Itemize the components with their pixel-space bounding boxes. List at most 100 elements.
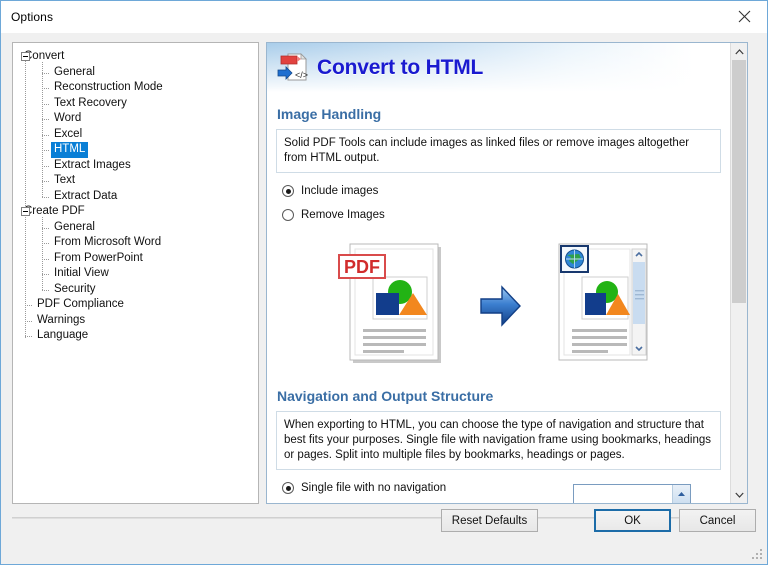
radio-include-images[interactable]: Include images bbox=[282, 185, 721, 197]
tree-connector-stub bbox=[42, 103, 49, 105]
tree-item-label: From Microsoft Word bbox=[54, 236, 162, 248]
svg-text:</>: </> bbox=[295, 70, 308, 80]
tree-expander-icon[interactable] bbox=[21, 52, 30, 62]
tree-item-word[interactable]: Word bbox=[13, 111, 258, 127]
tree-item-language[interactable]: Language bbox=[13, 328, 258, 344]
cancel-button[interactable]: Cancel bbox=[679, 509, 756, 532]
tree-item-create-pdf[interactable]: Create PDF bbox=[13, 204, 258, 220]
tree-connector-stub bbox=[42, 289, 49, 291]
tree-connector-stub bbox=[42, 227, 49, 229]
tree-connector-stub bbox=[42, 258, 49, 260]
settings-tree-panel[interactable]: Convert General Reconstruction Mode Text Re… bbox=[12, 42, 259, 504]
tree-connector-stub bbox=[42, 165, 49, 167]
svg-text:PDF: PDF bbox=[344, 257, 380, 277]
tree-connector-stub bbox=[42, 134, 49, 136]
tree-expander-icon[interactable] bbox=[21, 207, 30, 217]
section-title-image-handling: Image Handling bbox=[277, 106, 382, 122]
tree-connector-stub bbox=[42, 274, 49, 275]
options-content-panel: </> Convert to HTML Image Handling Solid… bbox=[266, 42, 748, 504]
radio-include-images-indicator[interactable] bbox=[282, 185, 294, 197]
right-arrow-icon bbox=[479, 285, 521, 327]
tree-connector-stub bbox=[42, 196, 49, 198]
tree-item-pdf-compliance[interactable]: PDF Compliance bbox=[13, 297, 258, 313]
panel-title: Convert to HTML bbox=[317, 55, 484, 79]
tree-item-label: HTML bbox=[51, 142, 89, 158]
tree-connector-stub bbox=[25, 305, 32, 306]
scrollbar-track[interactable] bbox=[731, 60, 747, 486]
tree-item-from-microsoft-word[interactable]: From Microsoft Word bbox=[13, 235, 258, 251]
chevron-down-icon bbox=[734, 492, 744, 498]
scroll-down-button[interactable] bbox=[731, 486, 747, 503]
section-navigation-output: Navigation and Output Structure When exp… bbox=[267, 388, 730, 503]
description-image-handling: Solid PDF Tools can include images as li… bbox=[276, 129, 721, 173]
resize-grip[interactable] bbox=[751, 548, 763, 560]
tree-connector-stub bbox=[42, 181, 49, 182]
tree-item-label: Word bbox=[54, 112, 82, 124]
tree-item-label: Security bbox=[54, 282, 96, 295]
tree-item-security[interactable]: Security bbox=[13, 282, 258, 298]
tree-item-general[interactable]: General bbox=[13, 65, 258, 81]
tree-item-label: Warnings bbox=[37, 313, 86, 326]
reset-defaults-button[interactable]: Reset Defaults bbox=[441, 509, 538, 532]
tree-item-label: Extract Data bbox=[54, 189, 118, 202]
tree-connector-stub bbox=[42, 243, 49, 244]
pdf-document-icon: PDF bbox=[337, 243, 441, 363]
radio-single-file-no-navigation-label: Single file with no navigation bbox=[301, 482, 447, 494]
settings-tree[interactable]: Convert General Reconstruction Mode Text Re… bbox=[13, 49, 258, 344]
tree-item-reconstruction-mode[interactable]: Reconstruction Mode bbox=[13, 80, 258, 96]
tree-item-general[interactable]: General bbox=[13, 220, 258, 236]
close-button[interactable] bbox=[722, 1, 767, 31]
tree-item-text-recovery[interactable]: Text Recovery bbox=[13, 96, 258, 112]
ok-button[interactable]: OK bbox=[594, 509, 671, 532]
section-image-handling: Image Handling Solid PDF Tools can inclu… bbox=[267, 106, 730, 375]
dialog-body: Convert General Reconstruction Mode Text Re… bbox=[1, 33, 767, 564]
options-scroll-content: </> Convert to HTML Image Handling Solid… bbox=[267, 43, 730, 503]
tree-item-convert[interactable]: Convert bbox=[13, 49, 258, 65]
close-icon bbox=[738, 10, 751, 22]
tree-item-label: PDF Compliance bbox=[37, 298, 124, 310]
scrollbar-thumb[interactable] bbox=[732, 60, 746, 303]
radio-remove-images-label: Remove Images bbox=[301, 209, 385, 221]
tree-item-label: Text bbox=[54, 174, 76, 186]
tree-item-label: Initial View bbox=[54, 267, 109, 279]
tree-item-warnings[interactable]: Warnings bbox=[13, 313, 258, 329]
tree-connector-stub bbox=[42, 72, 49, 74]
tree-item-label: Text Recovery bbox=[54, 96, 127, 109]
radio-single-file-no-navigation-indicator[interactable] bbox=[282, 482, 294, 494]
tree-connector-stub bbox=[42, 150, 49, 151]
navigation-combobox[interactable] bbox=[573, 484, 691, 503]
tree-item-from-powerpoint[interactable]: From PowerPoint bbox=[13, 251, 258, 267]
chevron-up-icon bbox=[734, 48, 744, 54]
tree-item-label: Excel bbox=[54, 127, 83, 140]
tree-connector-stub bbox=[25, 320, 32, 322]
radio-remove-images-indicator[interactable] bbox=[282, 209, 294, 221]
tree-item-label: From PowerPoint bbox=[54, 251, 143, 264]
tree-connector-stub bbox=[42, 119, 49, 120]
tree-item-label: Extract Images bbox=[54, 158, 131, 171]
panel-header: </> Convert to HTML bbox=[267, 43, 730, 93]
tree-item-label: Reconstruction Mode bbox=[54, 81, 163, 93]
scroll-up-button[interactable] bbox=[731, 43, 747, 60]
tree-item-label: Language bbox=[37, 329, 89, 341]
navigation-combobox-arrow[interactable] bbox=[672, 485, 690, 503]
options-panel-scrollbar[interactable] bbox=[730, 43, 747, 503]
convert-to-html-icon: </> bbox=[275, 52, 309, 84]
tree-item-extract-data[interactable]: Extract Data bbox=[13, 189, 258, 205]
tree-item-excel[interactable]: Excel bbox=[13, 127, 258, 143]
section-title-navigation-output: Navigation and Output Structure bbox=[277, 388, 494, 404]
tree-item-initial-view[interactable]: Initial View bbox=[13, 266, 258, 282]
tree-item-text[interactable]: Text bbox=[13, 173, 258, 189]
tree-item-html[interactable]: HTML bbox=[13, 142, 258, 158]
tree-item-label: Create PDF bbox=[24, 205, 85, 217]
title-bar: Options bbox=[1, 1, 767, 33]
options-dialog: Options Convert General Reconstruction Mod… bbox=[0, 0, 768, 565]
tree-item-label: General bbox=[54, 220, 95, 233]
conversion-illustration: PDF bbox=[276, 235, 721, 375]
window-title: Options bbox=[11, 9, 54, 24]
description-navigation-output: When exporting to HTML, you can choose t… bbox=[276, 411, 721, 470]
radio-remove-images[interactable]: Remove Images bbox=[282, 209, 721, 221]
tree-item-extract-images[interactable]: Extract Images bbox=[13, 158, 258, 174]
radio-include-images-label: Include images bbox=[301, 185, 379, 197]
tree-connector-stub bbox=[25, 336, 32, 337]
dialog-footer: Reset Defaults OK Cancel bbox=[1, 502, 767, 564]
